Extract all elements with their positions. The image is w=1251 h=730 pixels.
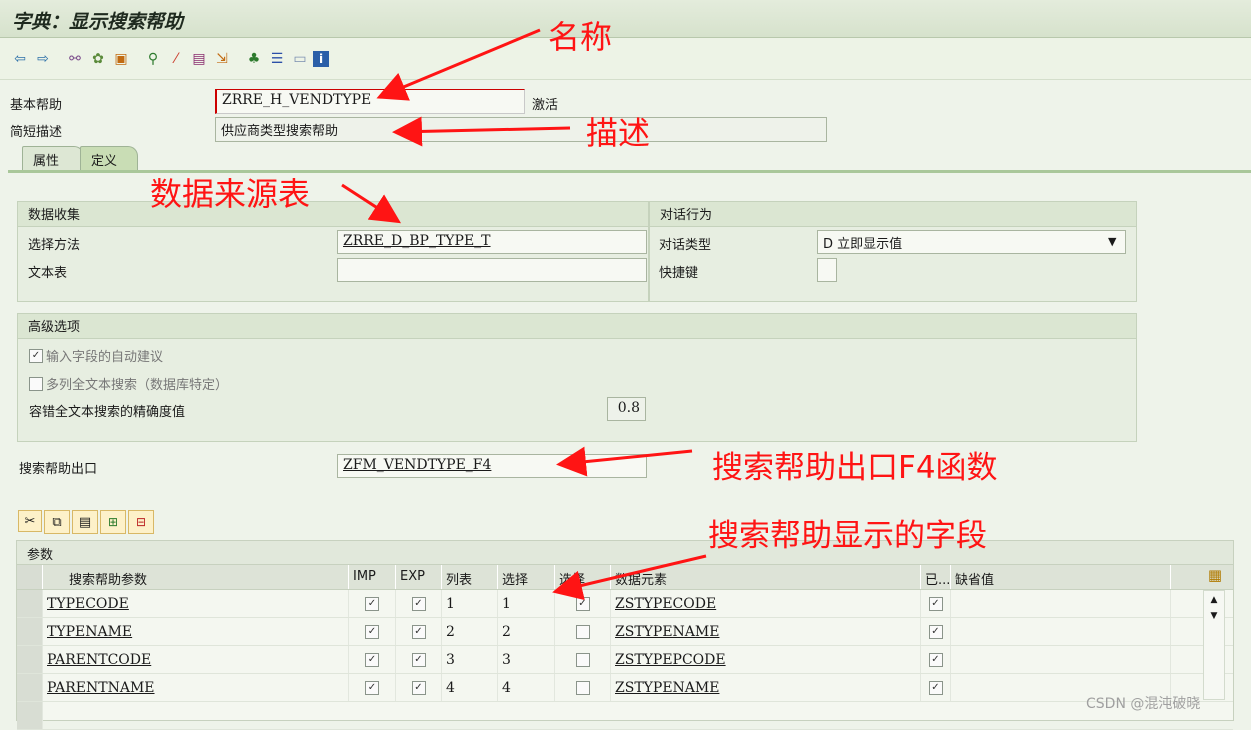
annotation-exit: 搜索帮助出口F4函数 [712,450,998,486]
watermark: CSDN @混沌破晓 [1086,696,1201,712]
annotation-fields: 搜索帮助显示的字段 [708,518,987,554]
arrow-source [341,183,402,224]
arrow-name [376,28,541,101]
annotation-name: 名称 [548,18,613,56]
annotation-desc: 描述 [586,114,651,152]
arrow-fields [552,554,707,601]
arrow-desc [392,116,571,147]
annotation-source: 数据来源表 [150,175,311,213]
arrow-exit [556,446,693,477]
